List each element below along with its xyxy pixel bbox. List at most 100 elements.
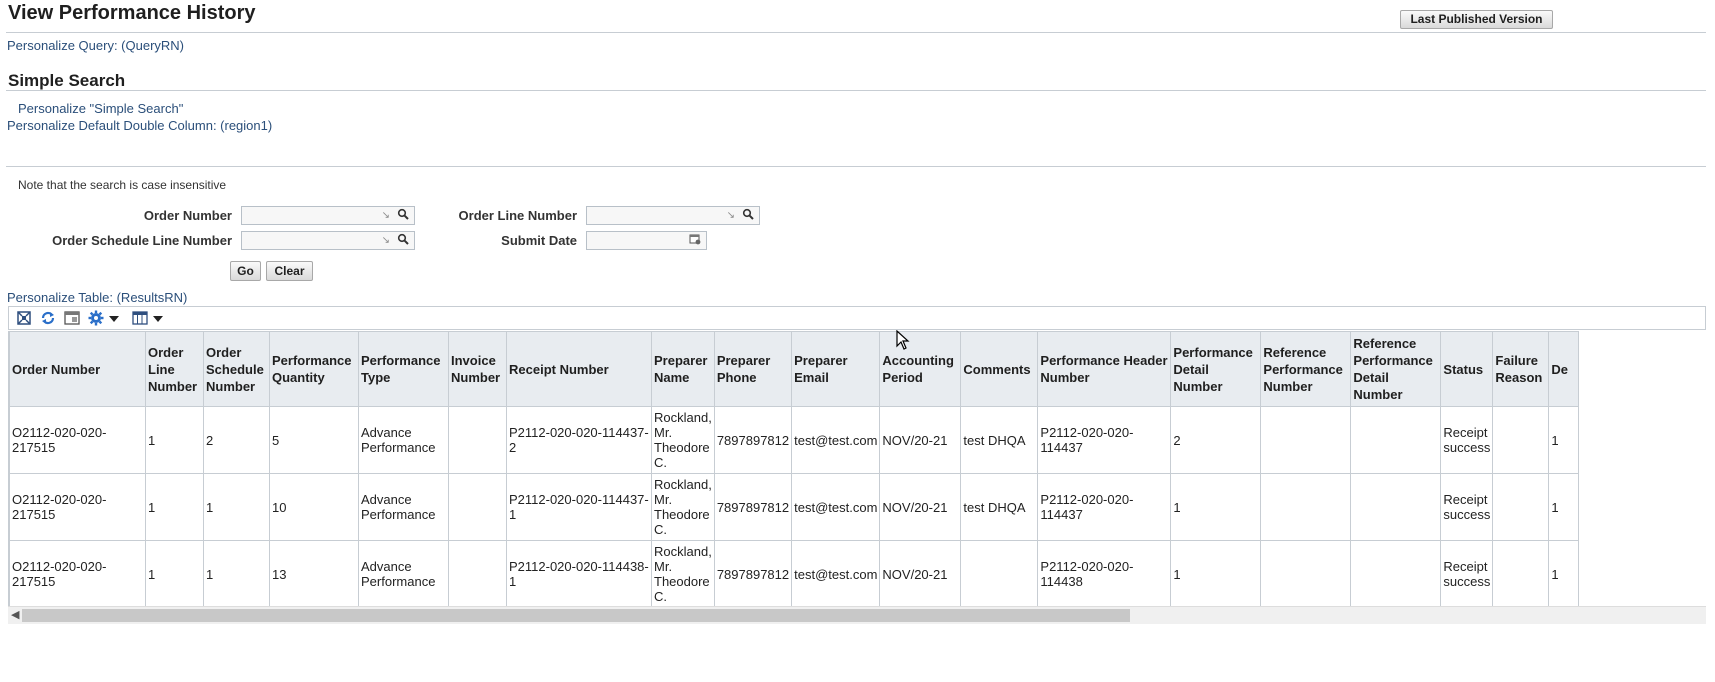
table-cell [1492, 473, 1550, 541]
column-header[interactable]: Performance Header Number [1037, 331, 1172, 407]
table-cell: Receipt success [1440, 540, 1494, 606]
column-header[interactable]: De [1548, 331, 1580, 407]
detach-icon[interactable] [16, 310, 32, 326]
settings-icon[interactable] [88, 310, 104, 326]
column-header[interactable]: Performance Type [358, 331, 449, 407]
calendar-icon[interactable] [689, 233, 701, 245]
table-cell [1350, 406, 1442, 474]
table-cell [1350, 540, 1442, 606]
search-divider [6, 166, 1706, 167]
table-cell: P2112-020-020-114438-1 [506, 540, 652, 606]
table-cell [448, 473, 507, 541]
table-cell: NOV/20-21 [879, 540, 962, 606]
refresh-icon[interactable] [40, 310, 56, 326]
table-row[interactable]: O2112-020-020-217515 1 2 5 Advance Perfo… [9, 406, 1580, 474]
table-cell: 7897897812 [713, 473, 793, 541]
search-icon[interactable] [397, 233, 409, 245]
table-cell [448, 540, 507, 606]
column-header[interactable]: Order Number [9, 331, 146, 407]
table-cell [1260, 473, 1352, 541]
table-cell: P2112-020-020-114437-1 [506, 473, 652, 541]
table-cell [448, 406, 507, 474]
scrollbar-thumb[interactable] [22, 609, 1130, 622]
column-header[interactable]: Failure Reason [1492, 331, 1550, 407]
order-schedule-line-number-label: Order Schedule Line Number [52, 233, 232, 248]
table-cell: O2112-020-020-217515 [9, 473, 146, 541]
search-icon[interactable] [397, 208, 409, 220]
clear-button[interactable]: Clear [266, 261, 313, 281]
table-cell: test@test.com [791, 473, 881, 541]
table-header-row: Order Number Order Line Number Order Sch… [9, 331, 1580, 407]
table-cell: 13 [269, 540, 359, 606]
horizontal-scrollbar[interactable]: ◀ [8, 606, 1706, 624]
freeze-icon[interactable] [64, 310, 80, 326]
go-button[interactable]: Go [230, 261, 261, 281]
table-cell [1260, 540, 1352, 606]
table-cell: Advance Performance [358, 473, 449, 541]
title-divider [6, 32, 1706, 33]
personalize-double-column-link[interactable]: Personalize Default Double Column: (regi… [7, 118, 272, 133]
table-cell [1492, 540, 1550, 606]
section-divider [6, 90, 1706, 91]
personalize-query-link[interactable]: Personalize Query: (QueryRN) [7, 38, 184, 53]
column-header[interactable]: Invoice Number [448, 331, 507, 407]
table-cell: NOV/20-21 [879, 473, 962, 541]
scroll-left-arrow-icon[interactable]: ◀ [11, 608, 19, 621]
table-cell: 1 [145, 473, 204, 541]
columns-icon[interactable] [132, 310, 148, 326]
table-cell [1492, 406, 1550, 474]
section-title: Simple Search [8, 71, 126, 90]
table-cell: P2112-020-020-114438 [1037, 540, 1172, 606]
table-cell: test@test.com [791, 406, 881, 474]
column-header[interactable]: Reference Performance Number [1260, 331, 1352, 407]
column-header[interactable]: Preparer Phone [713, 331, 793, 407]
column-header[interactable]: Receipt Number [506, 331, 652, 407]
lov-arrow-icon: ↘ [381, 235, 390, 246]
search-note: Note that the search is case insensitive [18, 178, 227, 192]
submit-date-input[interactable] [586, 231, 707, 250]
table-row[interactable]: O2112-020-020-217515 1 1 13 Advance Perf… [9, 540, 1580, 606]
table-cell: 7897897812 [713, 540, 793, 606]
search-icon[interactable] [742, 208, 754, 220]
table-cell: test DHQA [960, 406, 1039, 474]
table-cell: 1 [1548, 473, 1580, 541]
chevron-down-icon[interactable] [108, 310, 120, 326]
personalize-table-link[interactable]: Personalize Table: (ResultsRN) [7, 290, 187, 305]
column-header[interactable]: Preparer Name [651, 331, 715, 407]
table-row[interactable]: O2112-020-020-217515 1 1 10 Advance Perf… [9, 473, 1580, 541]
table-cell: P2112-020-020-114437 [1037, 473, 1172, 541]
column-header[interactable]: Status [1440, 331, 1494, 407]
table-cell: 1 [1548, 540, 1580, 606]
table-cell: Rockland, Mr. Theodore C. [651, 540, 715, 606]
table-cell: 2 [203, 406, 270, 474]
order-number-label: Order Number [143, 208, 232, 223]
column-header[interactable]: Preparer Email [791, 331, 881, 407]
table-cell: O2112-020-020-217515 [9, 540, 146, 606]
table-cell: 10 [269, 473, 359, 541]
column-header[interactable]: Reference Performance Detail Number [1350, 331, 1442, 407]
order-line-number-input[interactable]: ↘ [586, 206, 760, 225]
table-cell: P2112-020-020-114437 [1037, 406, 1172, 474]
table-cell: Receipt success [1440, 473, 1494, 541]
results-table-container: Order Number Order Line Number Order Sch… [8, 331, 1707, 606]
table-cell: test DHQA [960, 473, 1039, 541]
order-number-input[interactable]: ↘ [241, 206, 415, 225]
lov-arrow-icon: ↘ [381, 210, 390, 221]
personalize-simple-search-link[interactable]: Personalize "Simple Search" [18, 101, 183, 116]
table-cell [1260, 406, 1352, 474]
column-header[interactable]: Order Schedule Number [203, 331, 270, 407]
column-header[interactable]: Performance Quantity [269, 331, 359, 407]
column-header[interactable]: Order Line Number [145, 331, 204, 407]
column-header[interactable]: Performance Detail Number [1170, 331, 1262, 407]
table-cell: Advance Performance [358, 540, 449, 606]
table-cell: P2112-020-020-114437-2 [506, 406, 652, 474]
table-cell: 1 [1170, 540, 1262, 606]
lov-arrow-icon: ↘ [726, 210, 735, 221]
order-schedule-line-number-input[interactable]: ↘ [241, 231, 415, 250]
chevron-down-icon[interactable] [152, 310, 164, 326]
column-header[interactable]: Accounting Period [879, 331, 962, 407]
table-cell: Advance Performance [358, 406, 449, 474]
table-cell: NOV/20-21 [879, 406, 962, 474]
last-published-version-button[interactable]: Last Published Version [1400, 10, 1553, 29]
column-header[interactable]: Comments [960, 331, 1039, 407]
